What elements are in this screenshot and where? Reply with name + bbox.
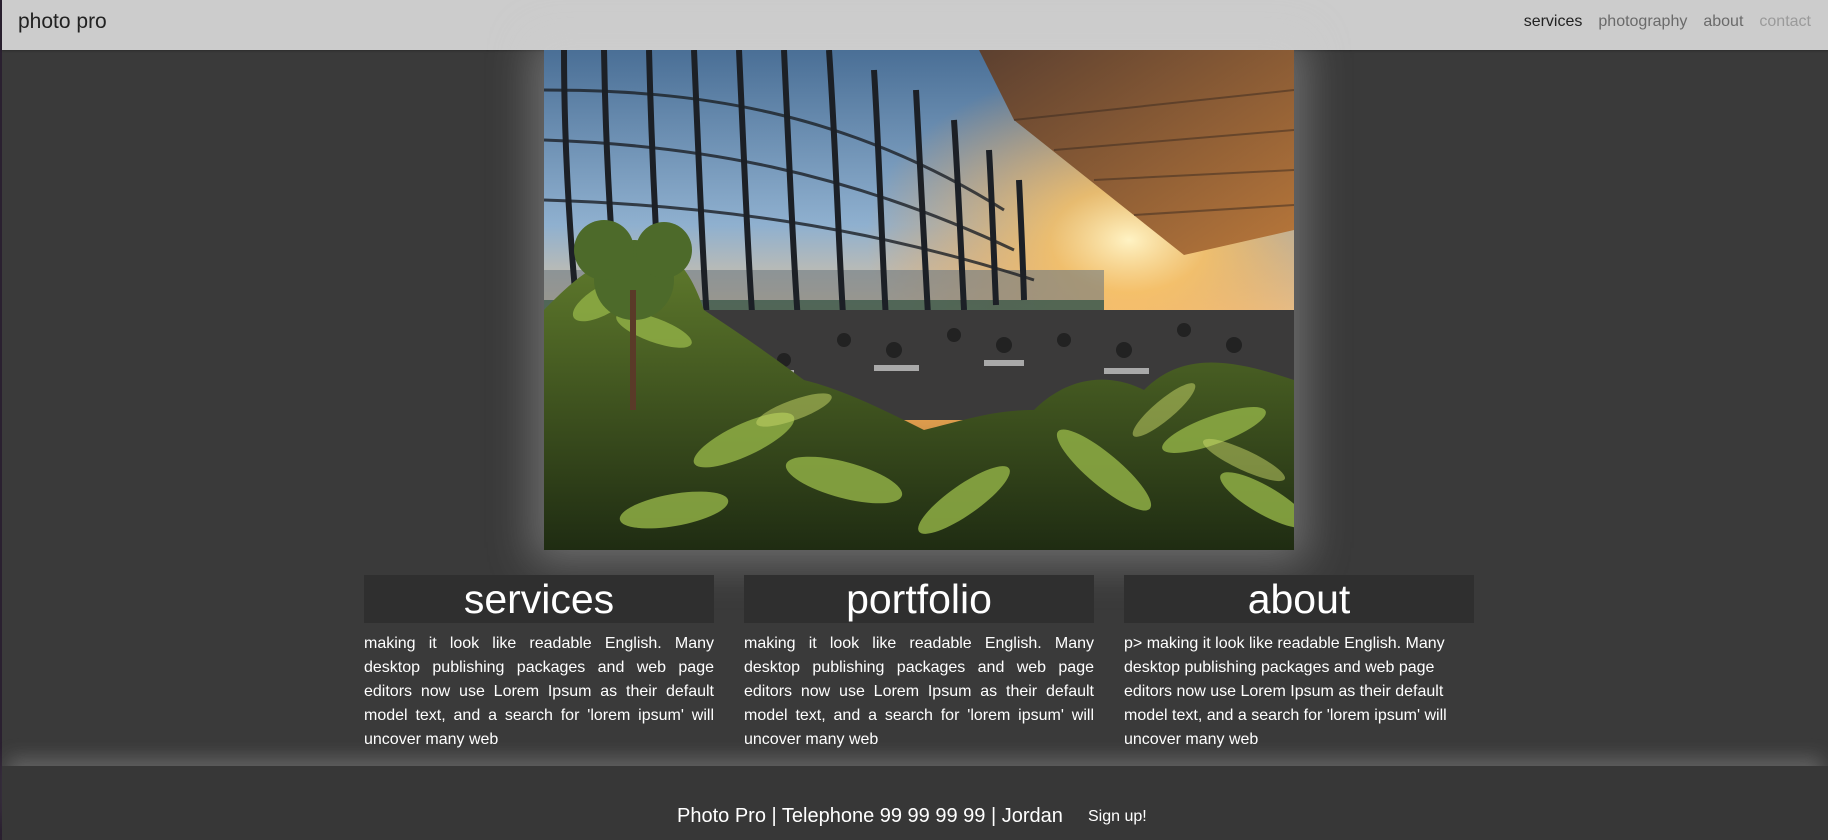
hero-image <box>544 50 1294 550</box>
page-footer: Photo Pro | Telephone 99 99 99 99 | Jord… <box>2 766 1828 840</box>
column-text-about: p> making it look like readable English.… <box>1124 635 1447 748</box>
column-services: services making it look like readable En… <box>364 575 714 752</box>
nav-link-services[interactable]: services <box>1524 12 1583 32</box>
nav-link-about[interactable]: about <box>1703 12 1743 32</box>
footer-contact-text: Photo Pro | Telephone 99 99 99 99 | Jord… <box>677 805 1063 827</box>
column-text-portfolio: making it look like readable English. Ma… <box>744 635 1094 748</box>
window-edge <box>0 0 2 840</box>
nav-link-photography[interactable]: photography <box>1598 12 1687 32</box>
nav-link-contact[interactable]: contact <box>1759 12 1811 32</box>
column-heading-services: services <box>364 575 714 623</box>
column-heading-about: about <box>1124 575 1474 623</box>
hero-photo <box>544 50 1294 550</box>
column-about: about p> making it look like readable En… <box>1124 575 1474 752</box>
column-text-services: making it look like readable English. Ma… <box>364 635 714 748</box>
signup-link[interactable]: Sign up! <box>1088 807 1147 827</box>
column-heading-portfolio: portfolio <box>744 575 1094 623</box>
brand-logo[interactable]: photo pro <box>18 10 107 34</box>
column-portfolio: portfolio making it look like readable E… <box>744 575 1094 752</box>
nav-links: services photography about contact <box>1524 12 1811 32</box>
top-navbar: photo pro services photography about con… <box>2 0 1828 50</box>
